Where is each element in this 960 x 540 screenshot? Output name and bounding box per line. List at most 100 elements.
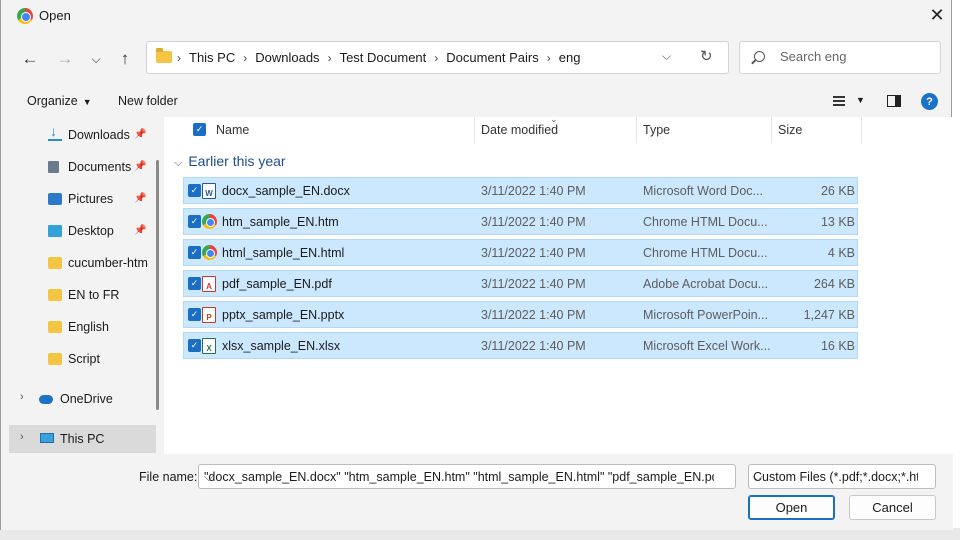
row-checkbox[interactable]: ✓ bbox=[188, 308, 201, 321]
file-size: 26 KB bbox=[820, 184, 855, 198]
file-name-label: File name: bbox=[139, 470, 198, 484]
pictures-icon bbox=[48, 193, 62, 205]
breadcrumb-test-document[interactable]: Test Document bbox=[340, 50, 427, 65]
dialog-footer: File name: "docx_sample_EN.docx" "htm_sa… bbox=[1, 454, 953, 530]
breadcrumb-sep-icon: › bbox=[177, 50, 181, 65]
chrome-icon bbox=[17, 8, 33, 24]
chevron-down-icon[interactable]: ⌵ bbox=[204, 470, 714, 485]
caret-down-icon[interactable]: ▼ bbox=[856, 95, 865, 105]
file-name: pdf_sample_EN.pdf bbox=[222, 277, 332, 291]
file-type: Microsoft Excel Work... bbox=[643, 339, 771, 353]
sidebar-item-pictures[interactable]: Pictures 📌 bbox=[9, 185, 156, 213]
table-row[interactable]: ✓ W docx_sample_EN.docx 3/11/2022 1:40 P… bbox=[183, 177, 858, 204]
address-bar[interactable]: › This PC › Downloads › Test Document › … bbox=[146, 41, 729, 74]
sidebar-item-downloads[interactable]: Downloads 📌 bbox=[9, 121, 156, 149]
new-folder-button[interactable]: New folder bbox=[118, 94, 178, 108]
search-icon bbox=[754, 51, 765, 62]
sidebar-item-this-pc[interactable]: › This PC bbox=[9, 425, 156, 453]
file-date: 3/11/2022 1:40 PM bbox=[481, 308, 586, 322]
download-icon bbox=[48, 123, 62, 141]
chevron-down-icon[interactable]: ⌵ bbox=[753, 470, 918, 485]
pin-icon: 📌 bbox=[134, 193, 147, 204]
back-arrow-icon[interactable]: ← bbox=[17, 46, 43, 72]
breadcrumb-sep-icon: › bbox=[243, 50, 248, 65]
table-row[interactable]: ✓ A pdf_sample_EN.pdf 3/11/2022 1:40 PM … bbox=[183, 270, 858, 297]
column-label: Name bbox=[216, 123, 250, 137]
up-arrow-icon[interactable]: ↑ bbox=[112, 46, 138, 72]
search-input[interactable] bbox=[780, 49, 930, 64]
sidebar-item-cucumber-htm[interactable]: cucumber-htm bbox=[9, 249, 156, 277]
sidebar-item-script[interactable]: Script bbox=[9, 345, 156, 373]
search-box[interactable] bbox=[739, 41, 941, 74]
breadcrumb-sep-icon: › bbox=[327, 50, 332, 65]
file-size: 16 KB bbox=[820, 339, 855, 353]
breadcrumb-eng[interactable]: eng bbox=[559, 50, 581, 65]
file-type: Microsoft PowerPoin... bbox=[643, 308, 769, 322]
file-size: 13 KB bbox=[820, 215, 855, 229]
navigation-pane: Downloads 📌 Documents 📌 Pictures 📌 Deskt… bbox=[9, 117, 156, 454]
chrome-file-icon bbox=[202, 214, 217, 229]
organize-button[interactable]: Organize ▼ bbox=[27, 94, 92, 108]
row-checkbox[interactable]: ✓ bbox=[188, 215, 201, 228]
sidebar-item-desktop[interactable]: Desktop 📌 bbox=[9, 217, 156, 245]
sidebar-item-documents[interactable]: Documents 📌 bbox=[9, 153, 156, 181]
file-type-select[interactable]: Custom Files (*.pdf;*.docx;*.htm ⌵ bbox=[748, 464, 936, 489]
file-size: 4 KB bbox=[827, 246, 855, 260]
chrome-file-icon bbox=[202, 245, 217, 260]
column-header-type[interactable]: Type bbox=[643, 117, 771, 143]
breadcrumb-document-pairs[interactable]: Document Pairs bbox=[446, 50, 538, 65]
chevron-right-icon[interactable]: › bbox=[20, 391, 24, 403]
view-list-icon[interactable] bbox=[833, 96, 845, 106]
open-button[interactable]: Open bbox=[748, 495, 835, 520]
forward-arrow-icon[interactable]: → bbox=[52, 46, 78, 72]
file-name-combobox[interactable]: "docx_sample_EN.docx" "htm_sample_EN.htm… bbox=[198, 464, 736, 489]
column-divider[interactable] bbox=[771, 117, 772, 143]
column-divider[interactable] bbox=[636, 117, 637, 143]
file-size: 264 KB bbox=[813, 277, 855, 291]
row-checkbox[interactable]: ✓ bbox=[188, 339, 201, 352]
chevron-down-icon[interactable]: ⌵ bbox=[174, 157, 182, 170]
table-row[interactable]: ✓ htm_sample_EN.htm 3/11/2022 1:40 PM Ch… bbox=[183, 208, 858, 235]
breadcrumb-downloads[interactable]: Downloads bbox=[255, 50, 319, 65]
row-checkbox[interactable]: ✓ bbox=[188, 277, 201, 290]
breadcrumb-this-pc[interactable]: This PC bbox=[189, 50, 235, 65]
preview-pane-icon[interactable] bbox=[887, 95, 901, 107]
sidebar-scrollbar[interactable] bbox=[156, 160, 159, 410]
close-icon[interactable]: ✕ bbox=[921, 0, 953, 31]
sidebar-item-english[interactable]: English bbox=[9, 313, 156, 341]
column-header-size[interactable]: Size bbox=[778, 117, 861, 143]
row-checkbox[interactable]: ✓ bbox=[188, 246, 201, 259]
group-header[interactable]: ⌵ Earlier this year bbox=[174, 153, 286, 170]
table-row[interactable]: ✓ X xlsx_sample_EN.xlsx 3/11/2022 1:40 P… bbox=[183, 332, 858, 359]
group-label: Earlier this year bbox=[188, 153, 286, 169]
folder-icon bbox=[48, 353, 62, 365]
file-type: Chrome HTML Docu... bbox=[643, 215, 768, 229]
sidebar-item-en-to-fr[interactable]: EN to FR bbox=[9, 281, 156, 309]
column-divider[interactable] bbox=[474, 117, 475, 143]
table-row[interactable]: ✓ P pptx_sample_EN.pptx 3/11/2022 1:40 P… bbox=[183, 301, 858, 328]
open-dialog: Open ✕ ← → ⌵ ↑ › This PC › Downloads › T… bbox=[0, 0, 953, 530]
folder-icon bbox=[48, 289, 62, 301]
table-row[interactable]: ✓ html_sample_EN.html 3/11/2022 1:40 PM … bbox=[183, 239, 858, 266]
select-all-checkbox[interactable]: ✓ bbox=[193, 123, 206, 136]
breadcrumb-sep-icon: › bbox=[546, 50, 551, 65]
chevron-right-icon[interactable]: › bbox=[20, 431, 24, 443]
chevron-down-icon[interactable]: ⌵ bbox=[662, 49, 671, 64]
refresh-icon[interactable]: ↻ bbox=[700, 47, 713, 65]
sidebar-item-onedrive[interactable]: › OneDrive bbox=[9, 385, 156, 413]
file-type: Chrome HTML Docu... bbox=[643, 246, 768, 260]
column-header-date[interactable]: Date modified bbox=[481, 117, 636, 143]
folder-icon bbox=[48, 321, 62, 333]
file-name: htm_sample_EN.htm bbox=[222, 215, 339, 229]
file-name: pptx_sample_EN.pptx bbox=[222, 308, 345, 322]
column-divider[interactable] bbox=[861, 117, 862, 143]
row-checkbox[interactable]: ✓ bbox=[188, 184, 201, 197]
navigation-bar: ← → ⌵ ↑ › This PC › Downloads › Test Doc… bbox=[1, 31, 953, 85]
column-header-name[interactable]: Name bbox=[216, 117, 474, 143]
cancel-button[interactable]: Cancel bbox=[849, 495, 936, 520]
sidebar-item-label: Desktop bbox=[68, 224, 114, 238]
sidebar-item-label: Documents bbox=[68, 160, 132, 174]
title-bar: Open ✕ bbox=[1, 0, 953, 31]
recent-locations-chevron-icon[interactable]: ⌵ bbox=[83, 46, 109, 72]
help-icon[interactable]: ? bbox=[921, 93, 938, 110]
